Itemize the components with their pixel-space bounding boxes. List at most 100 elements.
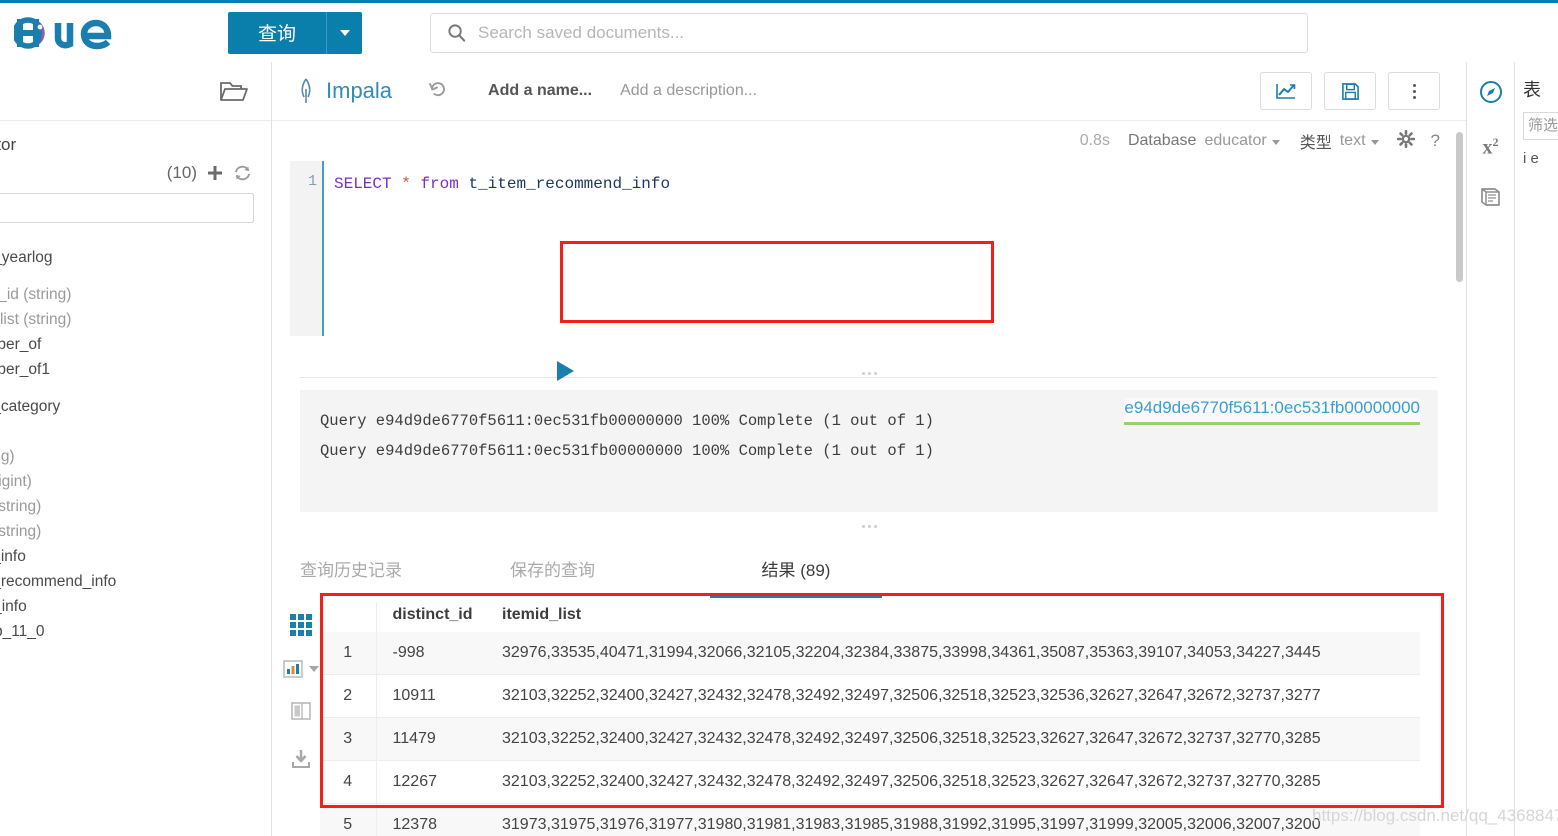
table-count-label: (10) — [167, 163, 197, 183]
table-row[interactable]: 4 12267 32103,32252,32400,32427,32432,32… — [320, 761, 1420, 804]
search-bar[interactable] — [430, 13, 1308, 53]
table-row[interactable]: 2 10911 32103,32252,32400,32427,32432,32… — [320, 675, 1420, 718]
result-type-selector[interactable]: text — [1340, 132, 1379, 150]
row-index: 2 — [320, 675, 376, 718]
tree-item[interactable]: t_user_info — [0, 594, 272, 619]
tree-item[interactable]: itemid_list (string) — [0, 307, 272, 332]
tree-item[interactable]: t_user_yearlog — [0, 245, 272, 270]
functions-x2-icon[interactable]: x2 — [1483, 135, 1499, 160]
gear-icon[interactable] — [1397, 130, 1415, 153]
database-label: Database — [1128, 132, 1197, 150]
sql-keyword: SELECT — [334, 175, 392, 193]
columns-icon[interactable] — [291, 702, 311, 725]
row-index: 1 — [320, 632, 376, 675]
main-body: educator (10) — [0, 62, 1558, 836]
tab-query-history[interactable]: 查询历史记录 — [300, 544, 510, 598]
folder-icon[interactable] — [219, 78, 249, 104]
documentation-book-icon[interactable] — [1479, 186, 1503, 213]
history-icon[interactable] — [428, 79, 448, 104]
cell-itemid-list: 31973,31975,31976,31977,31980,31981,3198… — [492, 804, 1420, 836]
cell-distinct-id: -998 — [376, 632, 492, 675]
column-header-distinct-id[interactable]: distinct_id — [376, 602, 492, 632]
sql-star: * — [401, 175, 411, 193]
chevron-down-icon — [340, 30, 350, 36]
search-icon — [447, 23, 466, 42]
assist-compass-icon[interactable] — [1479, 80, 1503, 109]
table-header-row: distinct_id itemid_list — [320, 602, 1420, 632]
tab-results[interactable]: 结果 (89) — [710, 544, 882, 598]
table-filter-input[interactable] — [0, 193, 254, 223]
right-panel-title: 表 — [1523, 76, 1558, 102]
grid-view-icon[interactable] — [290, 614, 312, 636]
tree-item[interactable]: t_item_recommend_info — [0, 569, 272, 594]
vertical-scrollbar[interactable] — [1456, 132, 1463, 282]
query-dropdown-button[interactable] — [326, 12, 362, 54]
cell-itemid-list: 32976,33535,40471,31994,32066,32105,3220… — [492, 632, 1420, 675]
table-row[interactable]: 3 11479 32103,32252,32400,32427,32432,32… — [320, 718, 1420, 761]
sql-table-name: t_item_recommend_info — [468, 175, 670, 193]
line-number-gutter: 1 — [290, 161, 322, 336]
row-index: 4 — [320, 761, 376, 804]
table-row[interactable]: 5 12378 31973,31975,31976,31977,31980,31… — [320, 804, 1420, 836]
chart-button[interactable] — [1260, 72, 1312, 110]
tab-saved-queries[interactable]: 保存的查询 — [510, 544, 710, 598]
column-header-itemid-list[interactable]: itemid_list — [492, 602, 1420, 632]
query-name-field[interactable]: Add a name... — [488, 82, 592, 100]
query-description-field[interactable]: Add a description... — [620, 82, 757, 100]
left-assist-panel: educator (10) — [0, 62, 272, 836]
top-navbar: 查询 — [0, 3, 1558, 62]
question-mark-icon[interactable]: ? — [1431, 131, 1440, 151]
download-icon[interactable] — [291, 749, 311, 774]
tree-item[interactable]: t_item_category — [0, 394, 272, 419]
column-header-index[interactable] — [320, 602, 376, 632]
query-id-link[interactable]: e94d9de6770f5611:0ec531fb00000000 — [1124, 398, 1420, 425]
save-button[interactable] — [1324, 72, 1376, 110]
left-panel-toolbar — [0, 62, 271, 121]
play-icon[interactable] — [557, 361, 574, 381]
tree-item[interactable]: num (bigint) — [0, 469, 272, 494]
right-panel-filter-input[interactable]: 筛选 — [1523, 112, 1558, 140]
database-selector[interactable]: educator — [1204, 132, 1279, 150]
query-button-group: 查询 — [228, 12, 362, 54]
cell-distinct-id: 10911 — [376, 675, 492, 718]
bar-chart-icon[interactable] — [283, 660, 319, 678]
search-input[interactable] — [476, 22, 1295, 44]
tree-item[interactable]: id (string) — [0, 444, 272, 469]
query-duration: 0.8s — [1080, 132, 1110, 150]
table-tree-list: t_user_yearlog distinct_id (string) item… — [0, 223, 272, 644]
query-button[interactable]: 查询 — [228, 12, 326, 54]
tree-item[interactable]: (string) — [0, 419, 272, 444]
tree-item[interactable]: name (string) — [0, 494, 272, 519]
tree-item[interactable]: t_member_of — [0, 332, 272, 357]
panel-resize-handle[interactable] — [272, 369, 1466, 377]
line-chart-icon — [1275, 82, 1297, 100]
database-name-label: educator — [0, 121, 272, 155]
cell-distinct-id: 12267 — [376, 761, 492, 804]
chevron-down-icon — [1371, 140, 1379, 145]
cell-distinct-id: 11479 — [376, 718, 492, 761]
tree-item[interactable]: t_group_11_0 — [0, 619, 272, 644]
plus-icon[interactable] — [206, 164, 224, 182]
sql-editor[interactable]: 1 SELECT * from t_item_recommend_info — [290, 161, 1460, 336]
hue-logo-icon — [14, 13, 154, 53]
kebab-menu-icon — [1413, 84, 1416, 99]
hue-logo[interactable] — [0, 13, 200, 53]
sql-code-text[interactable]: SELECT * from t_item_recommend_info — [324, 161, 1460, 336]
tree-item[interactable]: t_item_info — [0, 544, 272, 569]
cell-itemid-list: 32103,32252,32400,32427,32432,32478,3249… — [492, 761, 1420, 804]
results-side-icons — [280, 614, 322, 774]
results-table-wrap[interactable]: distinct_id itemid_list 1 -998 32976,335… — [320, 602, 1420, 836]
chevron-down-icon[interactable] — [309, 666, 319, 672]
tree-item[interactable]: name (string) — [0, 519, 272, 544]
chevron-down-icon — [1272, 140, 1280, 145]
refresh-icon[interactable] — [233, 164, 252, 182]
tree-item[interactable]: t_member_of1 — [0, 357, 272, 382]
left-panel-content: educator (10) — [0, 121, 272, 644]
table-row[interactable]: 1 -998 32976,33535,40471,31994,32066,321… — [320, 632, 1420, 675]
more-button[interactable] — [1388, 72, 1440, 110]
line-number: 1 — [308, 173, 317, 190]
right-panel-info: i e — [1523, 150, 1558, 167]
tree-item[interactable]: distinct_id (string) — [0, 282, 272, 307]
panel-resize-handle[interactable] — [272, 522, 1466, 530]
cell-itemid-list: 32103,32252,32400,32427,32432,32478,3249… — [492, 718, 1420, 761]
